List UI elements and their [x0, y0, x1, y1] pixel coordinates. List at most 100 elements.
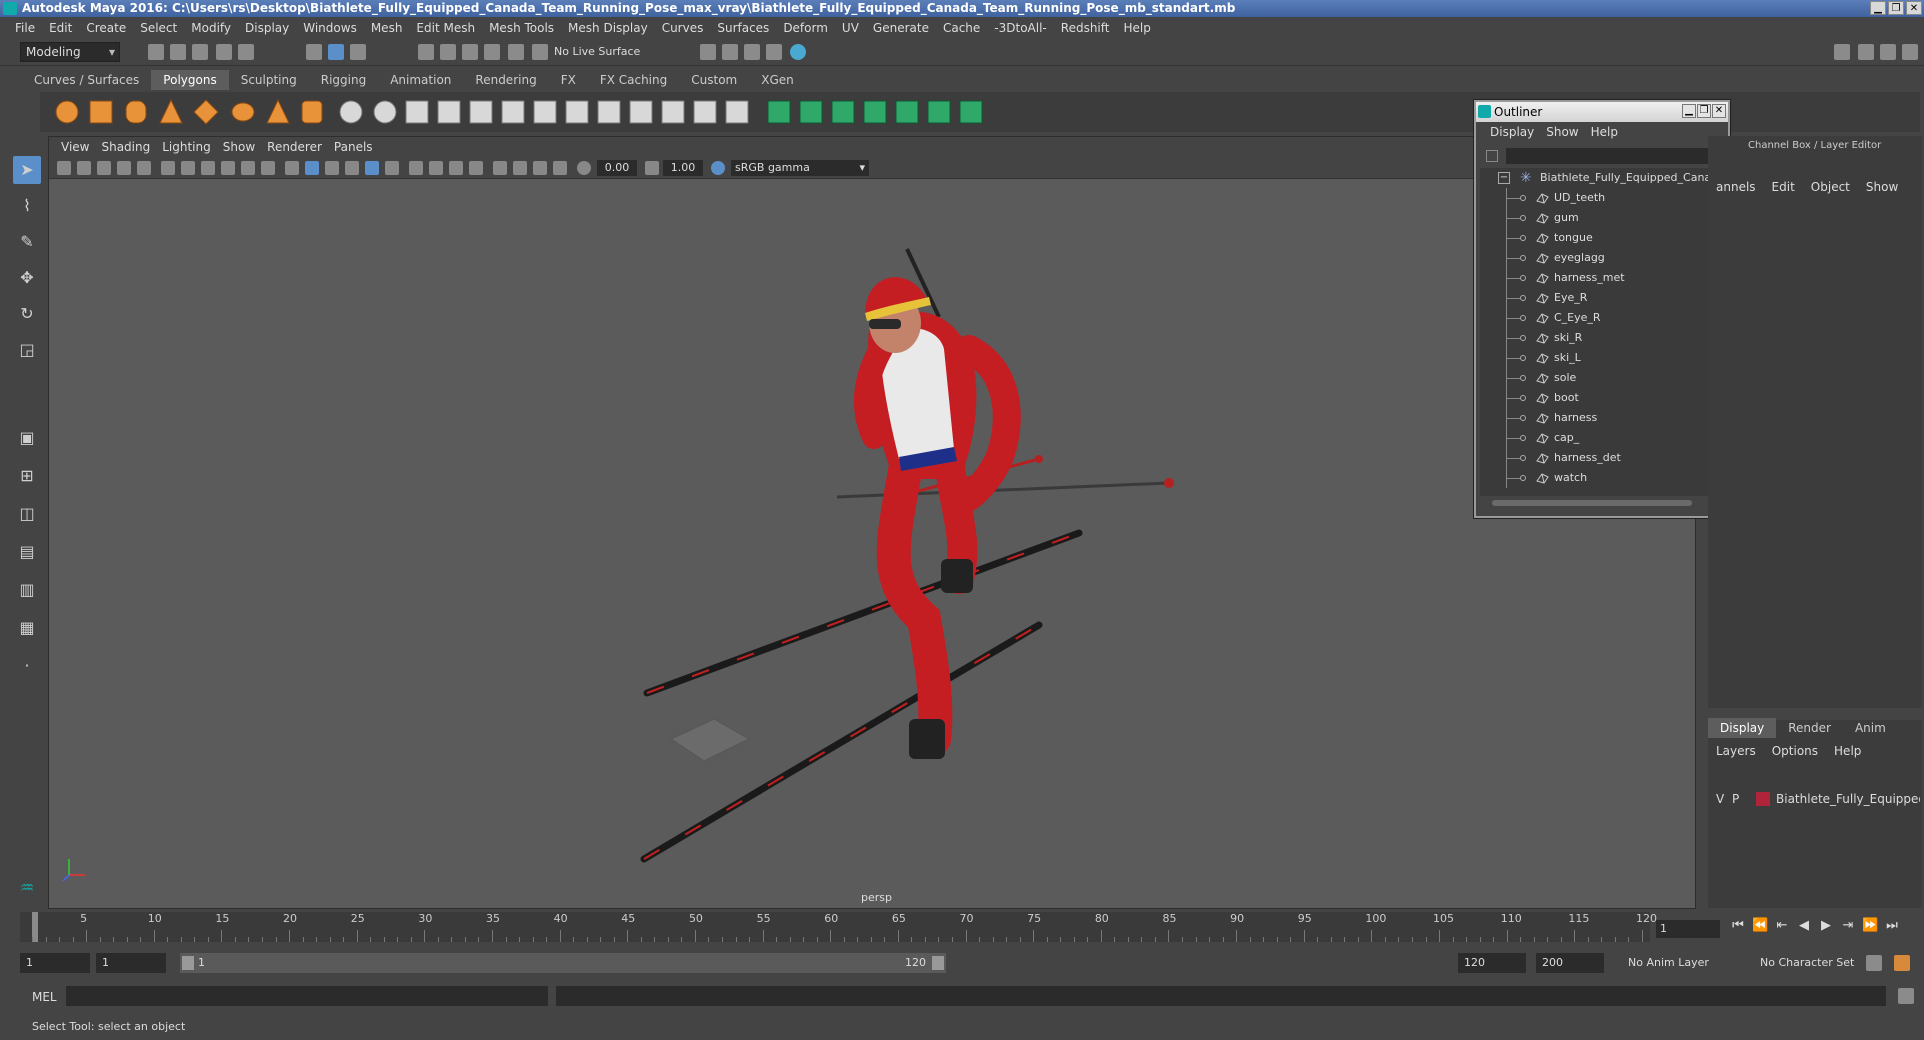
range-start-handle[interactable] [182, 956, 194, 970]
play-forward-icon[interactable]: ▶ [1818, 918, 1834, 933]
outliner-item-harness[interactable]: harness [1480, 408, 1712, 428]
layout-more-icon[interactable]: · [13, 652, 41, 680]
planar-uv-icon[interactable] [767, 100, 791, 124]
wireframe-icon[interactable] [285, 161, 299, 175]
menu-edit[interactable]: Edit [42, 21, 79, 35]
step-forward-key-icon[interactable]: ⏩ [1862, 918, 1878, 933]
step-forward-frame-icon[interactable]: ⇥ [1840, 918, 1856, 933]
graph-persp-icon[interactable]: ▥ [13, 576, 41, 604]
poly-cube-icon[interactable] [89, 100, 113, 124]
wireframe-on-shaded-icon[interactable] [325, 161, 339, 175]
hypershade-icon[interactable] [766, 44, 782, 60]
outliner-item-cap[interactable]: cap_ [1480, 428, 1712, 448]
menu-select[interactable]: Select [133, 21, 184, 35]
gamma-icon[interactable] [645, 161, 659, 175]
playback-start-field[interactable]: 1 [96, 953, 166, 973]
select-component-icon[interactable] [350, 44, 366, 60]
go-to-start-icon[interactable]: ⏮ [1730, 918, 1746, 933]
new-scene-icon[interactable] [148, 44, 164, 60]
snap-curve-icon[interactable] [440, 44, 456, 60]
outliner-item-c-eye-r[interactable]: C_Eye_R [1480, 308, 1712, 328]
layer-visibility-toggle[interactable]: V [1716, 790, 1724, 808]
view-transform-dropdown[interactable]: sRGB gamma [731, 160, 869, 176]
shelf-tab-custom[interactable]: Custom [679, 70, 749, 90]
layer-menu-help[interactable]: Help [1826, 744, 1869, 758]
menu-display[interactable]: Display [238, 21, 296, 35]
character-set-dropdown[interactable]: No Character Set [1754, 953, 1878, 973]
channel-box-menu-object[interactable]: Object [1803, 180, 1858, 194]
grease-pencil-icon[interactable] [137, 161, 151, 175]
script-editor-icon[interactable] [1898, 988, 1914, 1004]
shelf-tab-sculpting[interactable]: Sculpting [229, 70, 309, 90]
undo-icon[interactable] [216, 44, 232, 60]
symmetry-icon[interactable] [532, 44, 548, 60]
field-chart-icon[interactable] [241, 161, 255, 175]
layer-menu-layers[interactable]: Layers [1708, 744, 1764, 758]
menu-set-dropdown[interactable]: Modeling [20, 42, 120, 62]
shelf-tab-animation[interactable]: Animation [378, 70, 463, 90]
animation-start-field[interactable]: 1 [20, 953, 90, 973]
outliner-menu-help[interactable]: Help [1585, 125, 1624, 139]
menu-create[interactable]: Create [79, 21, 133, 35]
shelf-tab-xgen[interactable]: XGen [749, 70, 806, 90]
outliner-item-ud-teeth[interactable]: UD_teeth [1480, 188, 1712, 208]
preferences-icon[interactable] [1894, 955, 1910, 971]
menu-mesh-tools[interactable]: Mesh Tools [482, 21, 561, 35]
select-object-icon[interactable] [328, 44, 344, 60]
command-input[interactable] [66, 986, 548, 1006]
menu-3dtoall[interactable]: -3DtoAll- [987, 21, 1053, 35]
perspective-viewport[interactable]: View Shading Lighting Show Renderer Panels [48, 136, 1696, 909]
layer-menu-options[interactable]: Options [1764, 744, 1826, 758]
open-scene-icon[interactable] [170, 44, 186, 60]
viewport-menu-panels[interactable]: Panels [328, 140, 379, 154]
outliner-menu-display[interactable]: Display [1484, 125, 1540, 139]
attribute-editor-icon[interactable] [1858, 44, 1874, 60]
checker-icon[interactable] [927, 100, 951, 124]
menu-mesh[interactable]: Mesh [364, 21, 410, 35]
menu-surfaces[interactable]: Surfaces [710, 21, 776, 35]
color-management-icon[interactable] [711, 161, 725, 175]
render-settings-icon[interactable] [744, 44, 760, 60]
multi-cut-icon[interactable] [533, 100, 557, 124]
snap-view-plane-icon[interactable] [484, 44, 500, 60]
shelf-tab-fx[interactable]: FX [549, 70, 588, 90]
channel-box-menu-annels[interactable]: annels [1708, 180, 1764, 194]
motion-blur-icon[interactable] [429, 161, 443, 175]
use-all-lights-icon[interactable] [365, 161, 379, 175]
outliner-minimize-button[interactable]: ▁ [1682, 104, 1696, 118]
single-view-icon[interactable]: ▣ [13, 424, 41, 452]
spherical-uv-icon[interactable] [831, 100, 855, 124]
append-polygon-icon[interactable] [693, 100, 717, 124]
poly-pyramid-icon[interactable] [266, 98, 290, 124]
layer-tab-render[interactable]: Render [1776, 718, 1843, 738]
outliner-item-eye-r[interactable]: Eye_R [1480, 288, 1712, 308]
menu-deform[interactable]: Deform [776, 21, 835, 35]
shelf-tab-curves-surfaces[interactable]: Curves / Surfaces [22, 70, 151, 90]
outliner-item-gum[interactable]: gum [1480, 208, 1712, 228]
viewport-menu-view[interactable]: View [55, 140, 95, 154]
two-view-icon[interactable]: ◫ [13, 500, 41, 528]
close-button[interactable]: ✕ [1906, 1, 1922, 15]
outliner-title-bar[interactable]: Outliner ▁ ❐ ✕ [1476, 102, 1728, 122]
poly-plane-icon[interactable] [193, 99, 219, 125]
paint-select-icon[interactable]: ✎ [13, 228, 41, 256]
bridge-icon[interactable] [501, 100, 525, 124]
xray-icon[interactable] [513, 161, 527, 175]
combine-icon[interactable] [339, 100, 363, 124]
grid-toggle-icon[interactable] [161, 161, 175, 175]
menu-mesh-display[interactable]: Mesh Display [561, 21, 655, 35]
poly-cone-icon[interactable] [159, 98, 183, 124]
save-scene-icon[interactable] [192, 44, 208, 60]
render-view-icon[interactable] [790, 44, 806, 60]
outliner-filter-icon[interactable] [1486, 150, 1498, 162]
viewport-menu-show[interactable]: Show [217, 140, 261, 154]
play-backward-icon[interactable]: ◀ [1796, 918, 1812, 933]
viewport-menu-renderer[interactable]: Renderer [261, 140, 328, 154]
anti-aliasing-icon[interactable] [449, 161, 463, 175]
ipr-render-icon[interactable] [722, 44, 738, 60]
menu-redshift[interactable]: Redshift [1054, 21, 1117, 35]
menu-cache[interactable]: Cache [936, 21, 987, 35]
outliner-item-watch[interactable]: watch [1480, 468, 1712, 488]
move-tool-icon[interactable]: ✥ [13, 264, 41, 292]
maximize-button[interactable]: ❐ [1888, 1, 1904, 15]
